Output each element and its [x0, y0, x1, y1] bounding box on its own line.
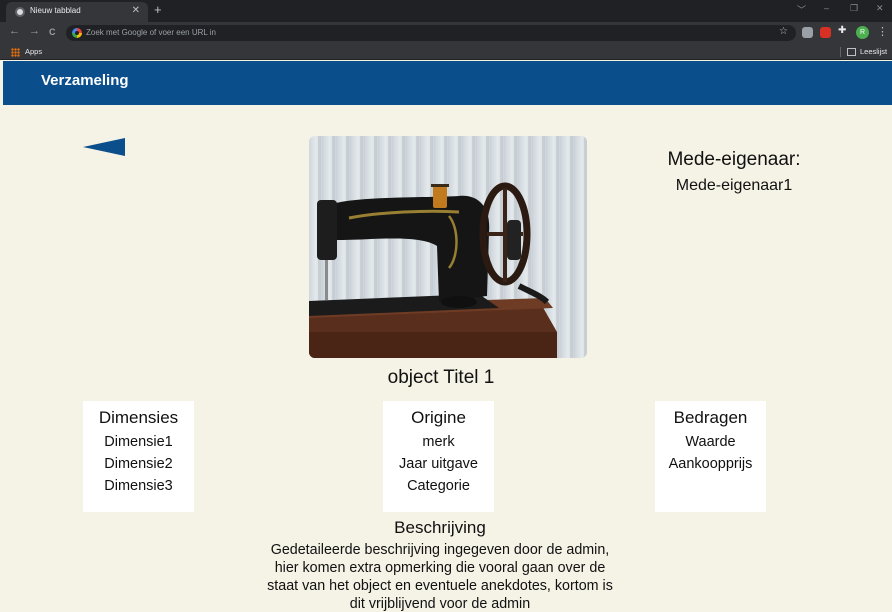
chrome-favicon-icon — [15, 7, 25, 17]
coowner-label: Mede-eigenaar: — [667, 149, 801, 170]
coowner-value: Mede-eigenaar1 — [675, 177, 793, 194]
apps-grid-icon[interactable] — [11, 48, 20, 57]
card-item: Jaar uitgave — [399, 456, 478, 472]
new-tab-button[interactable]: + — [154, 3, 162, 17]
bookmarks-bar: Apps Leeslijst — [0, 44, 892, 60]
browser-tabstrip: Nieuw tabblad ✕ + ﹀ – ❐ ✕ — [0, 0, 892, 22]
extension-adblock-icon[interactable] — [820, 27, 831, 38]
card-title: Dimensies — [98, 408, 179, 427]
description-title: Beschrijving — [394, 518, 486, 537]
back-triangle-icon[interactable] — [82, 137, 126, 157]
card-item: Dimensie2 — [104, 456, 173, 472]
card-item: Dimensie3 — [104, 478, 173, 494]
card-item: Categorie — [407, 478, 470, 494]
bookmark-star-icon[interactable]: ☆ — [779, 26, 788, 37]
card-bedragen: Bedragen Waarde Aankoopprijs — [655, 401, 766, 512]
card-title: Origine — [411, 408, 466, 427]
restore-button[interactable]: ❐ — [850, 3, 858, 14]
card-item: Waarde — [685, 434, 736, 450]
bookmarks-separator — [840, 47, 841, 57]
card-title: Bedragen — [673, 408, 748, 427]
app-header: Verzameling — [3, 61, 892, 105]
coowner-block: Mede-eigenaar: Mede-eigenaar1 — [640, 149, 828, 195]
minimize-button[interactable]: – — [824, 3, 829, 13]
tab-close-icon[interactable]: ✕ — [132, 5, 140, 16]
browser-tab[interactable]: Nieuw tabblad ✕ — [6, 2, 148, 22]
card-item: merk — [422, 434, 455, 450]
extensions-puzzle-icon[interactable]: ✚ — [838, 25, 849, 36]
thread-spool — [433, 186, 447, 208]
browser-toolbar: ← → C Zoek met Google of voer een URL in… — [0, 22, 892, 44]
object-title: object Titel 1 — [387, 367, 495, 388]
reading-list-icon[interactable] — [847, 48, 856, 56]
browser-menu-icon[interactable]: ⋮ — [877, 25, 888, 38]
description-text: Gedetaileerde beschrijving ingegeven doo… — [267, 542, 613, 612]
address-bar[interactable]: Zoek met Google of voer een URL in ☆ — [66, 25, 796, 41]
card-origine: Origine merk Jaar uitgave Categorie — [383, 401, 494, 512]
card-item: Dimensie1 — [104, 434, 173, 450]
object-photo — [309, 136, 587, 358]
profile-avatar[interactable]: R — [856, 26, 869, 39]
app-title[interactable]: Verzameling — [41, 72, 129, 89]
address-placeholder: Zoek met Google of voer een URL in — [86, 28, 216, 37]
close-window-button[interactable]: ✕ — [876, 3, 884, 14]
forward-nav-icon[interactable]: → — [29, 25, 40, 37]
back-nav-icon[interactable]: ← — [9, 25, 20, 37]
extension-shield-icon[interactable] — [802, 27, 813, 38]
google-icon — [72, 28, 82, 38]
reload-icon[interactable]: C — [49, 27, 56, 37]
card-item: Aankoopprijs — [668, 456, 753, 472]
bookmark-apps[interactable]: Apps — [25, 47, 42, 56]
tab-search-icon[interactable]: ﹀ — [797, 3, 806, 16]
reading-list-link[interactable]: Leeslijst — [860, 47, 887, 56]
card-dimensies: Dimensies Dimensie1 Dimensie2 Dimensie3 — [83, 401, 194, 512]
tab-title: Nieuw tabblad — [30, 6, 81, 15]
